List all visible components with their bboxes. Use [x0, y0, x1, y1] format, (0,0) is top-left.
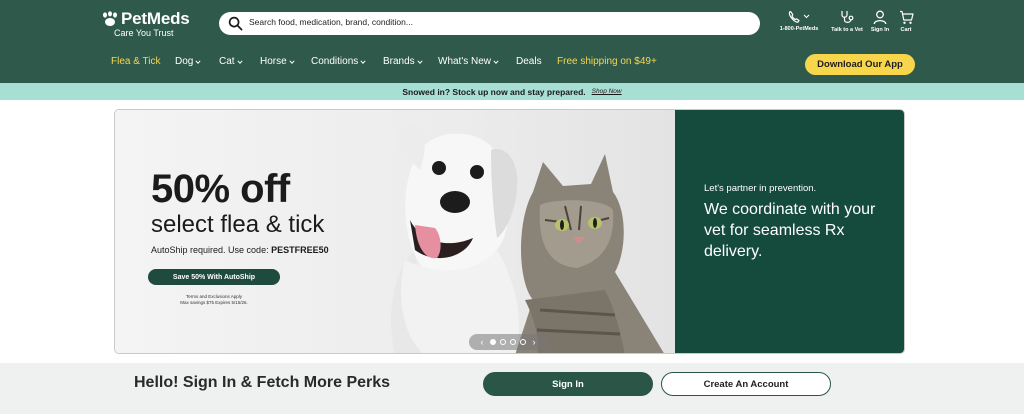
nav-label: Free shipping on $49+: [557, 56, 657, 67]
dog-and-cat-image: [391, 122, 664, 353]
talk-to-vet-label: Talk to a Vet: [831, 27, 863, 33]
stethoscope-icon: [841, 11, 854, 23]
promo-text: Snowed in? Stock up now and stay prepare…: [402, 86, 586, 97]
paw-icon: [103, 11, 117, 26]
chevron-right-icon[interactable]: ›: [530, 337, 538, 347]
autoship-cta-button[interactable]: Save 50% With AutoShip: [148, 269, 280, 285]
nav-item-deals[interactable]: Deals: [516, 56, 542, 67]
hero-code-line: AutoShip required. Use code: PESTFREE50: [151, 245, 329, 255]
sign-in-strip: Hello! Sign In & Fetch More Perks Sign I…: [0, 363, 1024, 414]
search-bar[interactable]: Search food, medication, brand, conditio…: [219, 12, 760, 35]
nav-item-horse[interactable]: Horse: [260, 56, 295, 67]
sign-in-label: Sign In: [870, 27, 890, 33]
search-icon: [228, 16, 243, 31]
cart-label: Cart: [900, 27, 912, 33]
hero-code-prefix: AutoShip required. Use code:: [151, 245, 272, 255]
nav-item-conditions[interactable]: Conditions: [311, 56, 366, 67]
search-input[interactable]: Search food, medication, brand, conditio…: [249, 17, 413, 27]
nav-item-whats-new[interactable]: What's New: [438, 56, 499, 67]
nav-label: Cat: [219, 56, 235, 67]
cart-link[interactable]: Cart: [895, 10, 917, 40]
download-app-button[interactable]: Download Our App: [805, 54, 915, 75]
shop-now-link[interactable]: Shop Now: [592, 88, 622, 95]
nav-item-brands[interactable]: Brands: [383, 56, 423, 67]
hero-terms: Terms and Exclusions Apply Max savings $…: [148, 294, 280, 306]
logo-wordmark: PetMeds: [101, 9, 190, 29]
nav-label: Dog: [175, 56, 194, 67]
talk-to-vet-link[interactable]: Talk to a Vet: [827, 10, 867, 40]
phone-link[interactable]: 1-800-PetMeds: [776, 10, 822, 40]
petmeds-logo[interactable]: PetMeds Care You Trust: [101, 9, 201, 39]
nav-label: What's New: [438, 56, 492, 67]
chevron-down-icon: [360, 59, 366, 64]
logo-name: PetMeds: [121, 9, 190, 28]
chevron-left-icon[interactable]: ‹: [478, 337, 486, 347]
nav-label: Conditions: [311, 56, 359, 67]
nav-label: Flea & Tick: [111, 56, 161, 67]
promo-bar: Snowed in? Stock up now and stay prepare…: [0, 83, 1024, 100]
nav-label: Deals: [516, 56, 542, 67]
carousel-dot[interactable]: [490, 339, 496, 345]
cat-illustration: [515, 154, 664, 353]
sign-in-link[interactable]: Sign In: [866, 10, 894, 40]
hero-title: 50% off: [151, 167, 290, 211]
partner-eyebrow: Let's partner in prevention.: [704, 183, 817, 194]
nav-item-free-shipping[interactable]: Free shipping on $49+: [557, 56, 657, 67]
sign-in-heading: Hello! Sign In & Fetch More Perks: [134, 374, 391, 391]
chevron-down-icon: [493, 59, 499, 64]
carousel-dot[interactable]: [510, 339, 516, 345]
chevron-down-icon: [417, 59, 423, 64]
partner-headline: We coordinate with your vet for seamless…: [704, 201, 876, 260]
phone-icon: [788, 10, 810, 23]
nav-label: Brands: [383, 56, 415, 67]
cart-icon: [899, 10, 914, 24]
chevron-down-icon: [195, 59, 201, 64]
chevron-down-icon: [289, 59, 295, 64]
chevron-down-icon: [236, 59, 243, 64]
user-icon: [873, 10, 887, 25]
nav-item-cat[interactable]: Cat: [219, 56, 243, 67]
dog-illustration: [391, 122, 519, 353]
carousel-controls: ‹ ›: [469, 334, 547, 350]
terms-line: Max savings $75 Expires 5/15/26.: [180, 300, 248, 305]
hero-promo-panel: 50% off select flea & tick AutoShip requ…: [115, 110, 675, 353]
promo-code: PESTFREE50: [271, 245, 329, 255]
vet-partner-panel: Let's partner in prevention. We coordina…: [675, 110, 904, 353]
create-account-button[interactable]: Create An Account: [661, 372, 831, 396]
carousel-dot[interactable]: [520, 339, 526, 345]
carousel-dot[interactable]: [500, 339, 506, 345]
hero-subtitle: select flea & tick: [151, 211, 325, 238]
site-header: PetMeds Care You Trust Search food, medi…: [0, 0, 1024, 83]
nav-label: Horse: [260, 56, 287, 67]
phone-label: 1-800-PetMeds: [779, 26, 819, 32]
sign-in-button[interactable]: Sign In: [483, 372, 653, 396]
nav-item-dog[interactable]: Dog: [175, 56, 201, 67]
logo-tagline: Care You Trust: [114, 28, 174, 38]
hero-banner[interactable]: 50% off select flea & tick AutoShip requ…: [114, 109, 905, 354]
page: PetMeds Care You Trust Search food, medi…: [0, 0, 1024, 414]
nav-item-flea-tick[interactable]: Flea & Tick: [111, 56, 160, 67]
